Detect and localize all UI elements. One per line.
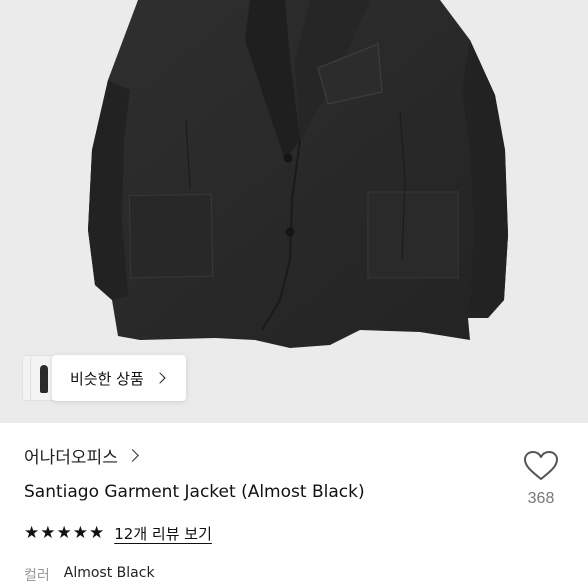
spec-label: 컬러 (24, 568, 50, 584)
brand-link[interactable]: 어나더오피스 (24, 440, 564, 470)
star-icon: ★ (56, 523, 72, 543)
star-icon: ★ (89, 523, 105, 543)
chevron-right-icon (154, 372, 166, 384)
product-title: Santiago Garment Jacket (Almost Black) (24, 482, 365, 502)
product-image[interactable]: 비슷한 상품 (0, 0, 588, 423)
rating-row: ★ ★ ★ ★ ★ 12개 리뷰 보기 (24, 523, 212, 544)
similar-products-button[interactable]: 비슷한 상품 (52, 355, 186, 401)
brand-name: 어나더오피스 (24, 447, 118, 468)
product-info: 어나더오피스 Santiago Garment Jacket (Almost B… (24, 440, 564, 585)
heart-icon (524, 451, 558, 480)
spec-value: Almost Black (63, 565, 155, 581)
chevron-right-icon (125, 448, 139, 462)
review-link[interactable]: 12개 리뷰 보기 (114, 523, 212, 544)
star-icon: ★ (24, 523, 40, 543)
star-icon: ★ (40, 523, 56, 543)
like-count: 368 (527, 490, 555, 507)
similar-products-widget[interactable]: 비슷한 상품 (22, 355, 186, 401)
like-button[interactable]: 368 (518, 450, 564, 508)
star-icon: ★ (72, 523, 88, 543)
star-rating: ★ ★ ★ ★ ★ (24, 525, 104, 542)
similar-products-label: 비슷한 상품 (70, 369, 144, 388)
color-spec: 컬러 Almost Black (24, 565, 155, 585)
